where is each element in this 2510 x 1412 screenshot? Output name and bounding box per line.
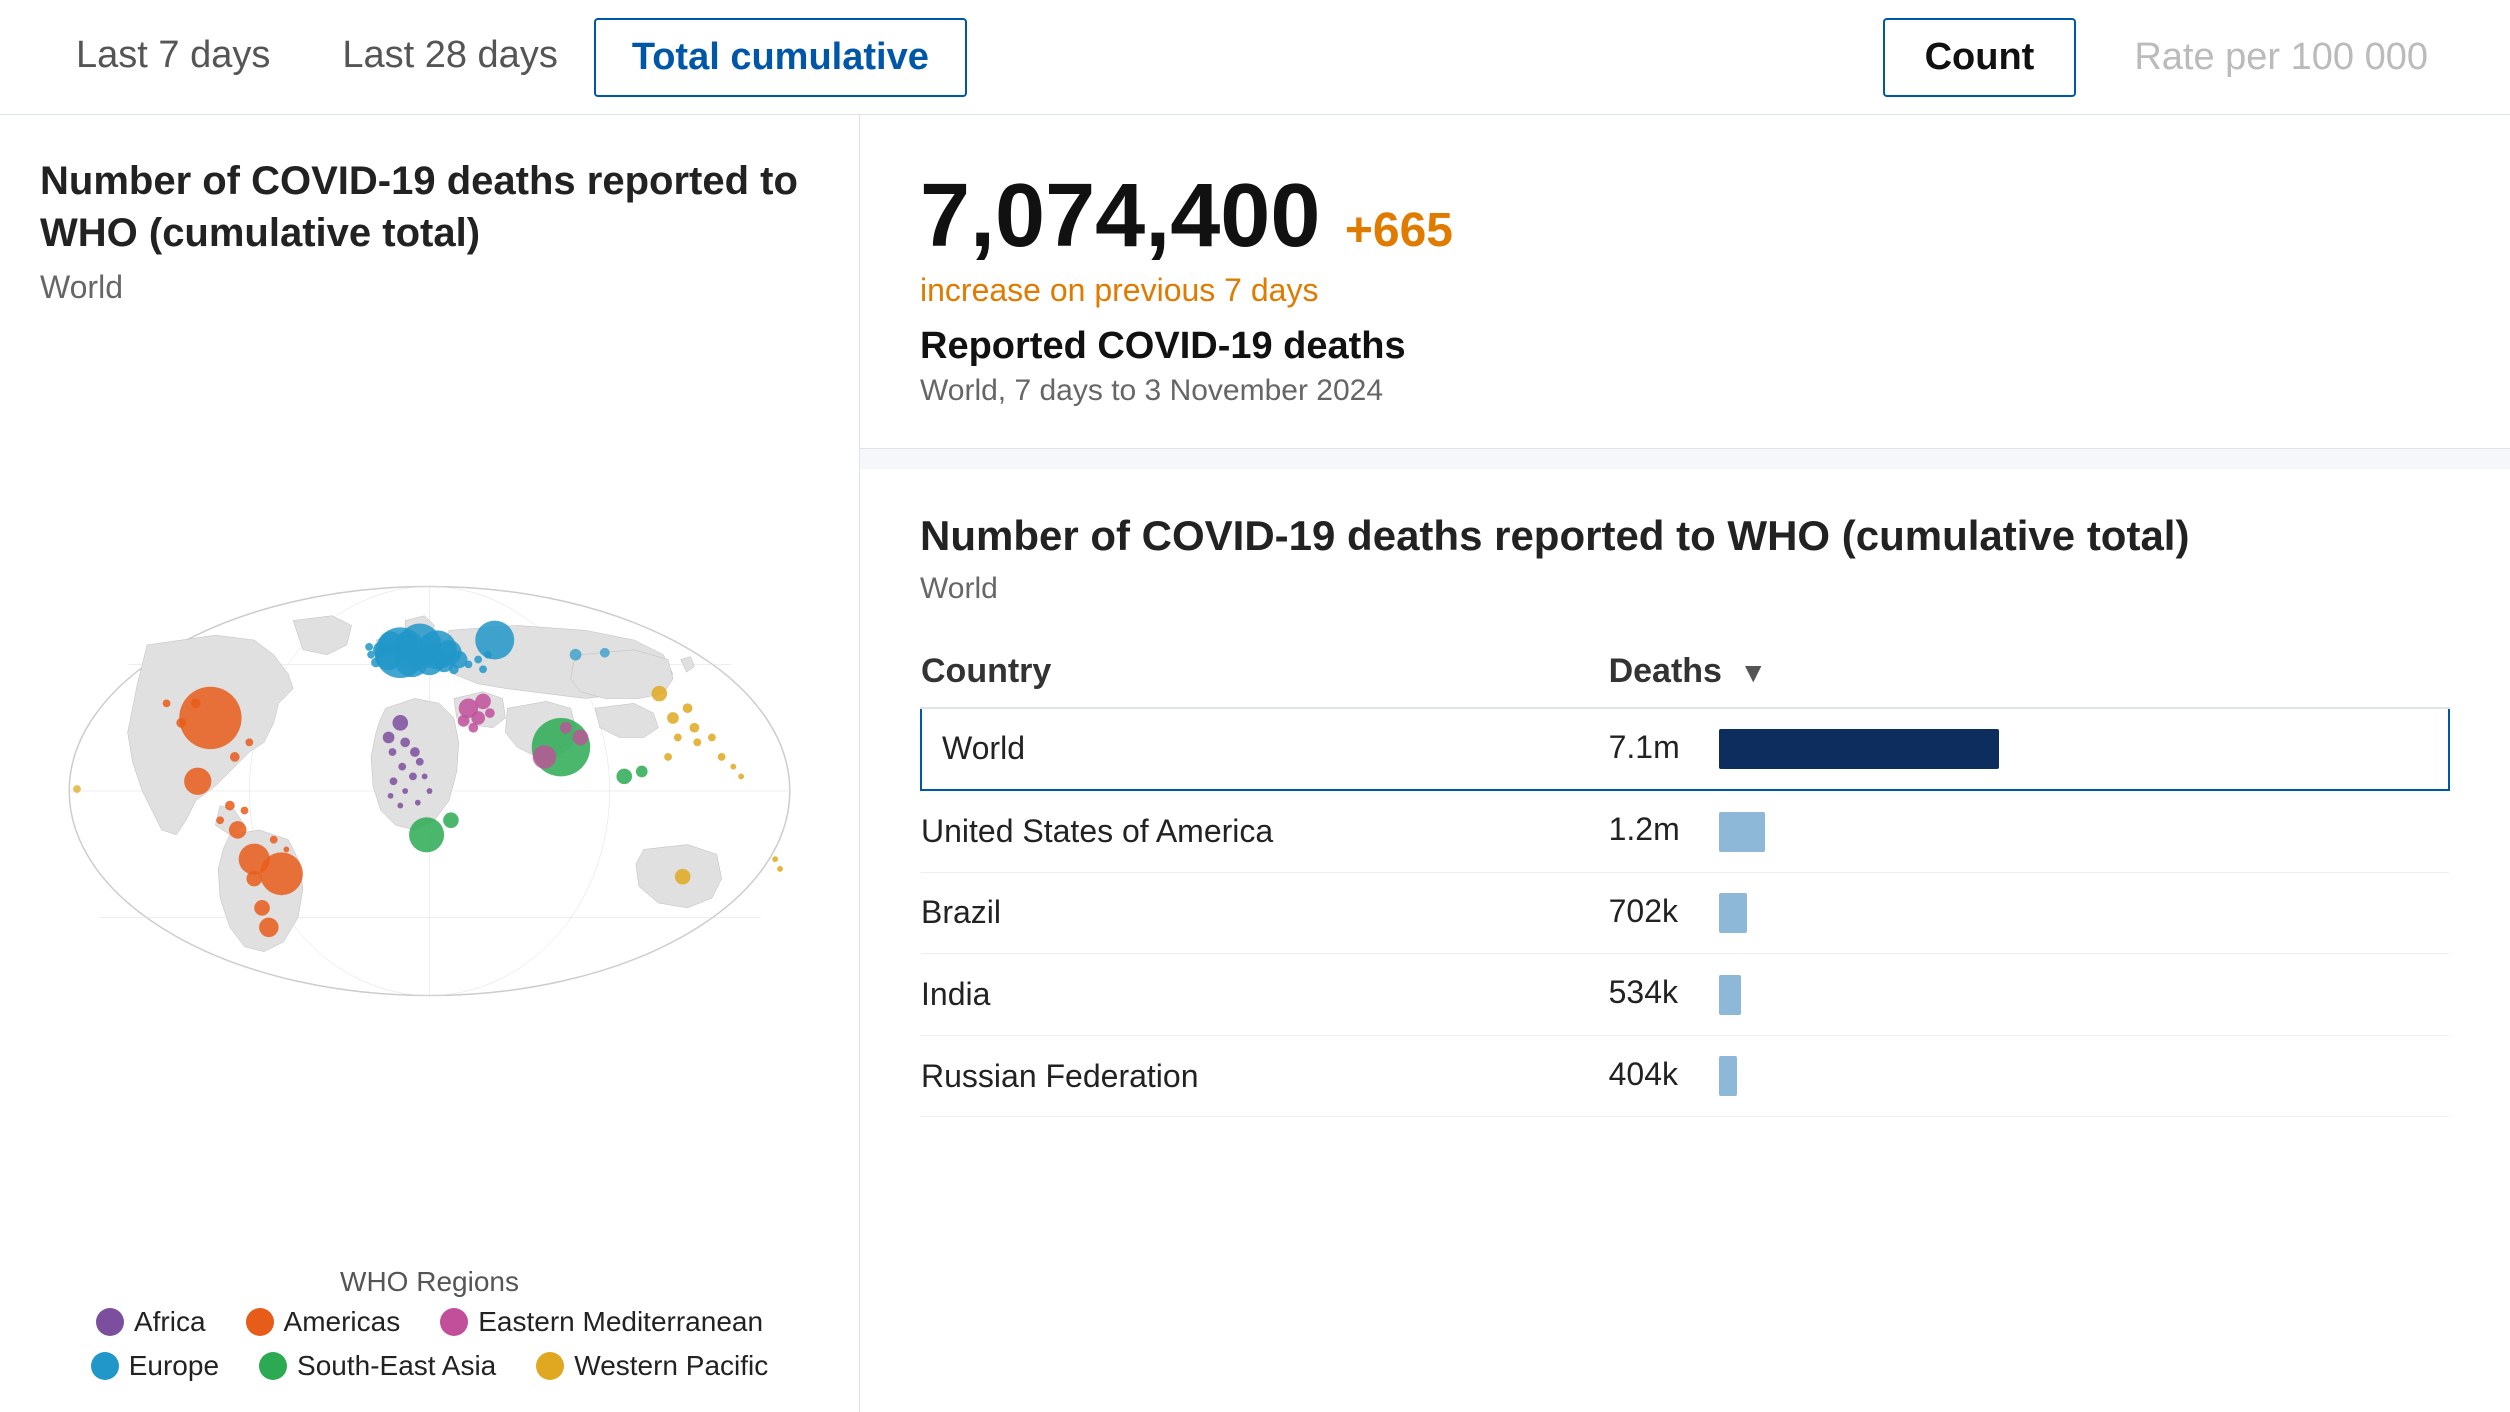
bar-fill: [1719, 1056, 1737, 1096]
deaths-cell: 702k: [1609, 872, 2449, 954]
metric-rate-button[interactable]: Rate per 100 000: [2092, 18, 2470, 97]
europe-dot: [91, 1352, 119, 1380]
right-panel: 7,074,400 +665 increase on previous 7 da…: [860, 115, 2510, 1412]
deaths-value: 702k: [1609, 893, 1709, 930]
legend-title: WHO Regions: [40, 1266, 819, 1298]
legend-western-pacific: Western Pacific: [536, 1350, 768, 1382]
table-row: Russian Federation404k: [921, 1035, 2449, 1117]
stats-change: +665: [1345, 204, 1453, 257]
bar-fill: [1719, 812, 1765, 852]
deaths-header[interactable]: Deaths ▼: [1609, 636, 2449, 708]
chart-world-label: World: [40, 269, 819, 306]
stats-label: Reported COVID-19 deaths: [920, 325, 2450, 368]
south-east-asia-label: South-East Asia: [297, 1350, 496, 1382]
legend-europe: Europe: [91, 1350, 219, 1382]
main-layout: Number of COVID-19 deaths reported to WH…: [0, 115, 2510, 1412]
left-panel: Number of COVID-19 deaths reported to WH…: [0, 115, 860, 1412]
stats-number: 7,074,400: [920, 165, 1320, 268]
deaths-bar: [1719, 812, 1765, 852]
map-container: [40, 326, 819, 1256]
deaths-cell: 534k: [1609, 954, 2449, 1036]
tab-total-cumulative[interactable]: Total cumulative: [594, 18, 967, 97]
legend-americas: Americas: [246, 1306, 401, 1338]
western-pacific-dot: [536, 1352, 564, 1380]
deaths-cell: 404k: [1609, 1035, 2449, 1117]
tab-last28[interactable]: Last 28 days: [306, 0, 593, 114]
country-cell: India: [921, 954, 1609, 1036]
table-card-subtitle: World: [920, 572, 2450, 606]
bar-fill: [1719, 975, 1741, 1015]
stats-card: 7,074,400 +665 increase on previous 7 da…: [860, 115, 2510, 449]
country-header: Country: [921, 636, 1609, 708]
western-pacific-label: Western Pacific: [574, 1350, 768, 1382]
deaths-bar: [1719, 1056, 1737, 1096]
africa-label: Africa: [134, 1306, 206, 1338]
country-cell: United States of America: [921, 790, 1609, 872]
deaths-bar: [1719, 893, 1747, 933]
deaths-value: 1.2m: [1609, 811, 1709, 848]
eastern-mediterranean-label: Eastern Mediterranean: [478, 1306, 763, 1338]
tab-bar: Last 7 days Last 28 days Total cumulativ…: [0, 0, 2510, 115]
bar-fill: [1719, 729, 1999, 769]
table-row: United States of America1.2m: [921, 790, 2449, 872]
country-cell: Brazil: [921, 872, 1609, 954]
chart-title: Number of COVID-19 deaths reported to WH…: [40, 155, 819, 259]
bar-fill: [1719, 893, 1747, 933]
legend-africa: Africa: [96, 1306, 206, 1338]
deaths-table: Country Deaths ▼ World7.1mUnited States …: [920, 636, 2450, 1118]
legend-eastern-mediterranean: Eastern Mediterranean: [440, 1306, 763, 1338]
africa-dot: [96, 1308, 124, 1336]
deaths-cell: 1.2m: [1609, 790, 2449, 872]
deaths-value: 534k: [1609, 974, 1709, 1011]
table-scroll-area[interactable]: Country Deaths ▼ World7.1mUnited States …: [920, 636, 2450, 1412]
map-legend: WHO Regions Africa Americas Eastern Medi…: [40, 1256, 819, 1392]
table-row: India534k: [921, 954, 2449, 1036]
country-cell: Russian Federation: [921, 1035, 1609, 1117]
deaths-value: 7.1m: [1609, 729, 1709, 766]
world-map-svg: [40, 326, 819, 1256]
deaths-value: 404k: [1609, 1056, 1709, 1093]
metric-count-button[interactable]: Count: [1883, 18, 2077, 97]
americas-label: Americas: [284, 1306, 401, 1338]
legend-items: Africa Americas Eastern Mediterranean Eu…: [40, 1306, 819, 1382]
deaths-bar: [1719, 729, 1999, 769]
table-card: Number of COVID-19 deaths reported to WH…: [860, 469, 2510, 1412]
south-east-asia-dot: [259, 1352, 287, 1380]
deaths-cell: 7.1m: [1609, 708, 2449, 791]
table-row: Brazil702k: [921, 872, 2449, 954]
stats-meta: World, 7 days to 3 November 2024: [920, 374, 2450, 408]
table-row: World7.1m: [921, 708, 2449, 791]
deaths-bar: [1719, 975, 1741, 1015]
tab-last7[interactable]: Last 7 days: [40, 0, 306, 114]
table-card-title: Number of COVID-19 deaths reported to WH…: [920, 509, 2450, 564]
country-cell: World: [921, 708, 1609, 791]
legend-south-east-asia: South-East Asia: [259, 1350, 496, 1382]
europe-label: Europe: [129, 1350, 219, 1382]
stats-change-label: increase on previous 7 days: [920, 272, 2450, 309]
eastern-mediterranean-dot: [440, 1308, 468, 1336]
americas-dot: [246, 1308, 274, 1336]
